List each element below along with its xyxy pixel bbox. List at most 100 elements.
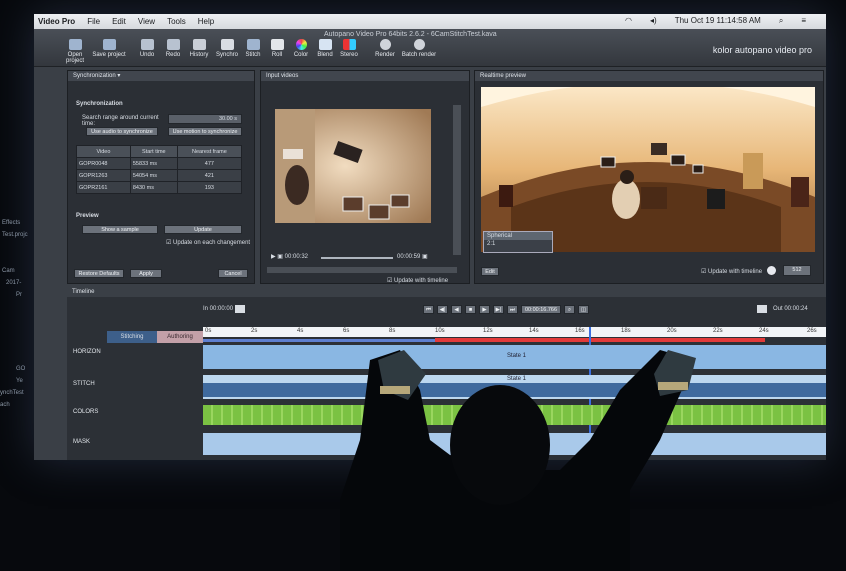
clapper-icon <box>220 39 234 50</box>
menu-edit[interactable]: Edit <box>112 17 126 26</box>
timeline-header: Timeline <box>67 287 826 297</box>
render-button[interactable]: Render <box>368 39 402 58</box>
gears-icon <box>413 39 425 50</box>
realtime-preview-panel: Realtime preview Spherical 2:1 Edit ☑ Up… <box>474 70 824 284</box>
volume-icon: ◂) <box>650 16 657 25</box>
show-sample-button[interactable]: Show a sample <box>82 225 158 234</box>
gear-icon <box>379 39 391 50</box>
menu-tools[interactable]: Tools <box>167 17 186 26</box>
realtime-panel-header: Realtime preview <box>475 71 823 81</box>
scrub-bar[interactable] <box>321 257 393 259</box>
stop-icon[interactable]: ■ <box>465 305 476 314</box>
in-point: In 00:00:00 <box>203 306 234 312</box>
apply-button[interactable]: Apply <box>130 269 162 278</box>
update-button[interactable]: Update <box>164 225 242 234</box>
menu-view[interactable]: View <box>138 17 155 26</box>
update-on-change-checkbox[interactable]: ☑ Update on each changement <box>166 239 250 246</box>
fragment-cam: Cam <box>2 268 15 274</box>
save-project-button[interactable]: Save project <box>92 39 126 58</box>
menu-bar: Video Pro File Edit View Tools Help ◠ ◂)… <box>34 14 826 29</box>
search-range-field[interactable]: 30.00 s <box>168 114 242 124</box>
brand-logo: kolor autopano video pro <box>712 45 812 55</box>
presenter-silhouette <box>340 350 696 571</box>
out-point: Out 00:00:24 <box>773 306 808 312</box>
realtime-update-timeline-checkbox[interactable]: ☑ Update with timeline <box>701 268 762 275</box>
input-update-timeline-checkbox[interactable]: ☑ Update with timeline <box>387 277 448 284</box>
menu-help[interactable]: Help <box>198 17 214 26</box>
stereo-icon <box>342 39 356 50</box>
input-scrollbar[interactable] <box>453 105 461 255</box>
resolution-field[interactable]: 512 <box>783 265 811 276</box>
end-time: 00:00:59 ▣ <box>397 254 428 260</box>
fragment-2017: 2017- <box>6 280 22 286</box>
horizontal-scrollbar[interactable] <box>267 267 457 273</box>
use-motion-button[interactable]: Use motion to synchronize <box>168 127 242 136</box>
info-icon[interactable] <box>767 266 776 275</box>
play-icon[interactable]: ▶ <box>479 305 490 314</box>
player-controls[interactable]: ▶ ▣ 00:00:32 <box>271 253 308 260</box>
projection-dropdown[interactable]: Spherical 2:1 <box>483 231 553 253</box>
batch-render-button[interactable]: Batch render <box>398 39 440 58</box>
fragment-go: GO <box>16 366 26 372</box>
panorama-image <box>481 87 815 252</box>
fragment-test: Test.projc <box>2 232 28 238</box>
go-end-icon[interactable]: ⏭ <box>507 305 518 314</box>
set-in-icon[interactable] <box>235 305 245 313</box>
tab-stitching[interactable]: Stitching <box>107 331 157 343</box>
zoom-icon[interactable]: ⌕ <box>564 305 575 314</box>
color-wheel-icon <box>295 39 307 50</box>
input-videos-panel: Input videos ▶ ▣ 00:00:32 00:00:59 ▣ ☑ U… <box>260 70 470 284</box>
open-project-button[interactable]: Open project <box>58 39 92 64</box>
prev-frame-icon[interactable]: ◀ <box>451 305 462 314</box>
stereo-button[interactable]: Stereo <box>332 39 366 58</box>
undo-icon <box>140 39 154 50</box>
tab-authoring[interactable]: Authoring <box>157 331 203 343</box>
tick-label: 0s <box>205 328 212 334</box>
tick-label: 26s <box>807 328 817 334</box>
current-timecode-field[interactable]: 00:00:16.766 <box>521 305 561 314</box>
input-video-frame <box>275 109 431 223</box>
table-row[interactable]: GOPR2161 8430 ms 193 <box>76 181 243 194</box>
table-row[interactable]: GOPR0048 55833 ms 477 <box>76 157 243 170</box>
table-row[interactable]: GOPR1263 54054 ms 421 <box>76 169 243 182</box>
col-frame: Nearest frame <box>176 145 243 158</box>
set-out-icon[interactable] <box>757 305 767 313</box>
next-frame-icon[interactable]: ▶| <box>493 305 504 314</box>
folder-icon <box>68 39 82 50</box>
play-icon[interactable]: ▶ <box>271 254 276 260</box>
fragment-pr: Pr <box>16 292 22 298</box>
room-video-image <box>275 109 431 223</box>
preview-label: Preview <box>76 213 99 219</box>
search-range-label: Search range around current time: <box>82 115 159 127</box>
cancel-button[interactable]: Cancel <box>218 269 248 278</box>
sync-panel-header: Synchronization ▾ <box>68 71 254 81</box>
edit-button[interactable]: Edit <box>481 267 499 276</box>
track-label-horizon: HORIZON <box>73 349 101 355</box>
app-menu[interactable]: Video Pro <box>38 17 75 26</box>
window-title: Autopano Video Pro 64bits 2.6.2 - 6CamSt… <box>324 31 497 38</box>
fragment-ach: ach <box>0 402 10 408</box>
menu-file[interactable]: File <box>87 17 100 26</box>
go-start-icon[interactable]: ⏮ <box>423 305 434 314</box>
synchronization-panel: Synchronization ▾ Synchronization Search… <box>67 70 255 284</box>
col-start: Start time <box>129 145 178 158</box>
save-icon <box>102 39 116 50</box>
fragment-ye: Ye <box>16 378 23 384</box>
projection-option-ratio[interactable]: 2:1 <box>484 240 552 248</box>
sync-section-label: Synchronization <box>76 101 123 107</box>
roll-icon <box>270 39 284 50</box>
search-icon[interactable]: ⌕ <box>779 16 783 26</box>
restore-defaults-button[interactable]: Restore Defaults <box>74 269 124 278</box>
desktop-fragments: Effects Test.projc Cam 2017- Pr GO Ye yn… <box>0 200 34 420</box>
status-area: ◠ ◂) Thu Oct 19 11:14:58 AM ⌕ ≡ <box>625 16 818 26</box>
input-panel-header: Input videos <box>261 71 469 81</box>
snapshot-icon[interactable]: ◫ <box>578 305 589 314</box>
list-icon[interactable]: ≡ <box>801 16 806 26</box>
use-audio-button[interactable]: Use audio to synchronize <box>86 127 158 136</box>
frame-icon[interactable]: ▣ <box>277 254 283 260</box>
tick-label: 24s <box>759 328 769 334</box>
projection-option-spherical[interactable]: Spherical <box>484 232 552 240</box>
prev-key-icon[interactable]: ◀| <box>437 305 448 314</box>
stitch-icon <box>246 39 260 50</box>
track-label-mask: MASK <box>73 439 91 445</box>
